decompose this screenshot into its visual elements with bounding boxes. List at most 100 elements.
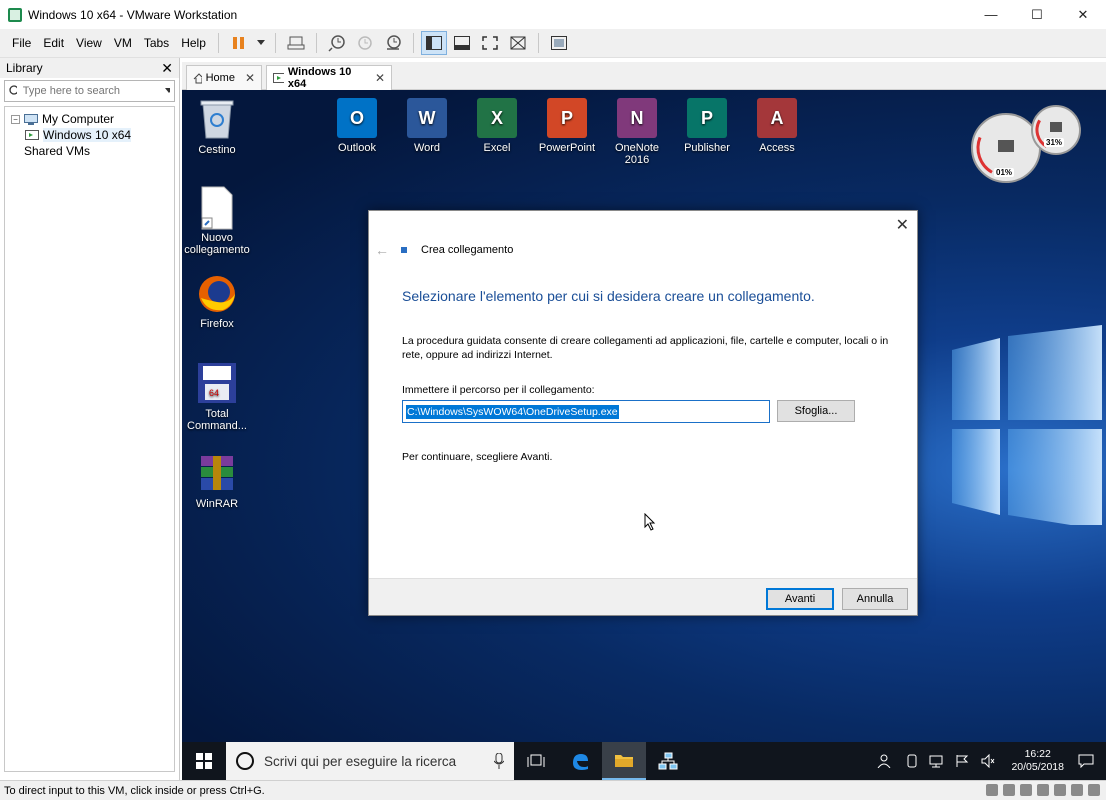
full-screen-icon[interactable] (477, 31, 503, 55)
desktop-icon-label: Firefox (200, 318, 234, 330)
desktop-icon-nuovo-collegamento[interactable]: Nuovo collegamento (182, 186, 252, 256)
desktop-icon-label: Outlook (338, 142, 376, 154)
microphone-icon[interactable] (494, 753, 504, 769)
create-shortcut-dialog: ✕ ← Crea collegamento Selezionare l'elem… (368, 210, 918, 616)
minimize-button[interactable]: — (968, 0, 1014, 29)
touch-keyboard-icon[interactable] (907, 754, 917, 768)
tab-strip: Home ✕ Windows 10 x64 ✕ (182, 62, 1106, 90)
toolbar-separator (315, 33, 317, 53)
show-library-icon[interactable] (420, 31, 447, 55)
dialog-heading: Selezionare l'elemento per cui si deside… (402, 288, 815, 304)
snapshot-manager-icon[interactable] (380, 31, 406, 55)
menu-view[interactable]: View (70, 36, 108, 50)
thumbnail-bar-icon[interactable] (449, 31, 475, 55)
window-controls: — ☐ ✕ (968, 0, 1106, 29)
vm-desktop[interactable]: Cestino Nuovo collegamento Firefox 64 To… (182, 90, 1106, 780)
snapshot-take-icon[interactable] (324, 31, 350, 55)
edge-icon[interactable] (558, 742, 602, 780)
chevron-down-icon[interactable] (254, 31, 268, 55)
display-icon[interactable] (1071, 784, 1083, 796)
onenote-icon: N (617, 98, 657, 138)
library-close-icon[interactable]: ✕ (161, 60, 173, 77)
send-ctrl-alt-del-icon[interactable] (283, 31, 309, 55)
hard-disk-icon[interactable] (986, 784, 998, 796)
menu-tabs[interactable]: Tabs (138, 36, 175, 50)
network-adapter-icon[interactable] (1020, 784, 1032, 796)
dialog-close-icon[interactable]: ✕ (896, 215, 909, 235)
cortana-icon (236, 752, 254, 770)
notifications-icon[interactable] (1078, 754, 1094, 768)
message-icon[interactable] (1088, 784, 1100, 796)
windows-start-icon (196, 753, 212, 769)
action-flag-icon[interactable] (955, 754, 969, 768)
clock-date: 20/05/2018 (1011, 761, 1064, 773)
usb-icon[interactable] (1037, 784, 1049, 796)
tree-item-shared-vms[interactable]: Shared VMs (5, 143, 174, 159)
toolbar-separator (217, 33, 219, 53)
desktop-icon-onenote[interactable]: N OneNote 2016 (602, 98, 672, 166)
toolbar-separator (537, 33, 539, 53)
tree-item-label: Windows 10 x64 (43, 128, 132, 142)
vm-icon (25, 129, 39, 140)
excel-icon: X (477, 98, 517, 138)
browse-button[interactable]: Sfoglia... (777, 400, 855, 422)
desktop-icon-excel[interactable]: X Excel (462, 98, 532, 154)
collapse-icon[interactable]: − (11, 114, 20, 124)
outlook-icon: O (337, 98, 377, 138)
close-button[interactable]: ✕ (1060, 0, 1106, 29)
dialog-hint: Per continuare, scegliere Avanti. (402, 451, 553, 463)
taskbar-clock[interactable]: 16:22 20/05/2018 (1011, 748, 1064, 774)
publisher-icon: P (687, 98, 727, 138)
desktop-icon-winrar[interactable]: WinRAR (182, 454, 252, 510)
network-app-icon[interactable] (646, 742, 690, 780)
desktop-icon-outlook[interactable]: O Outlook (322, 98, 392, 154)
menu-help[interactable]: Help (175, 36, 212, 50)
desktop-icon-publisher[interactable]: P Publisher (672, 98, 742, 154)
snapshot-revert-icon[interactable] (352, 31, 378, 55)
network-icon[interactable] (929, 754, 943, 768)
tab-home[interactable]: Home ✕ (186, 65, 262, 90)
file-explorer-icon[interactable] (602, 742, 646, 780)
desktop-icon-powerpoint[interactable]: P PowerPoint (532, 98, 602, 154)
tab-close-icon[interactable]: ✕ (245, 71, 255, 85)
menu-vm[interactable]: VM (108, 36, 138, 50)
firefox-icon (199, 276, 235, 312)
desktop-icon-total-commander[interactable]: 64 Total Command... (182, 362, 252, 432)
taskbar-search[interactable]: Scrivi qui per eseguire la ricerca (226, 742, 514, 780)
dialog-header: ← Crea collegamento (375, 242, 513, 258)
tab-windows-10-x64[interactable]: Windows 10 x64 ✕ (266, 65, 392, 90)
unity-icon[interactable] (505, 31, 531, 55)
desktop-icon-firefox[interactable]: Firefox (182, 274, 252, 330)
menu-edit[interactable]: Edit (37, 36, 70, 50)
tab-close-icon[interactable]: ✕ (375, 71, 385, 85)
console-view-icon[interactable] (546, 31, 572, 55)
library-search-input[interactable] (22, 85, 165, 97)
taskbar-search-placeholder: Scrivi qui per eseguire la ricerca (264, 753, 457, 769)
windows-logo-wallpaper (952, 325, 1102, 525)
tab-label: Windows 10 x64 (287, 66, 352, 90)
cd-drive-icon[interactable] (1003, 784, 1015, 796)
tree-item-windows-10-x64[interactable]: Windows 10 x64 (5, 127, 174, 143)
path-input[interactable]: C:\Windows\SysWOW64\OneDriveSetup.exe (402, 400, 770, 423)
task-view-icon[interactable] (514, 742, 558, 780)
library-search[interactable] (4, 80, 175, 102)
people-icon[interactable] (877, 754, 891, 768)
back-arrow-icon[interactable]: ← (375, 242, 389, 258)
menu-file[interactable]: File (6, 36, 37, 50)
tree-item-my-computer[interactable]: − My Computer (5, 111, 174, 127)
cancel-button[interactable]: Annulla (842, 588, 908, 610)
dialog-description: La procedura guidata consente di creare … (402, 335, 889, 361)
desktop-icon-access[interactable]: A Access (742, 98, 812, 154)
desktop-icon-word[interactable]: W Word (392, 98, 462, 154)
desktop-icon-cestino[interactable]: Cestino (182, 98, 252, 156)
next-button[interactable]: Avanti (766, 588, 834, 610)
chevron-down-icon[interactable] (164, 88, 170, 94)
title-bar: Windows 10 x64 - VMware Workstation — ☐ … (0, 0, 1106, 29)
cpu-meter-gadget[interactable]: 01% 31% (968, 98, 1084, 190)
suspend-icon[interactable] (226, 31, 252, 55)
start-button[interactable] (182, 742, 226, 780)
sound-icon[interactable] (1054, 784, 1066, 796)
maximize-button[interactable]: ☐ (1014, 0, 1060, 29)
volume-mute-icon[interactable] (981, 754, 995, 768)
recycle-bin-icon (200, 100, 234, 139)
